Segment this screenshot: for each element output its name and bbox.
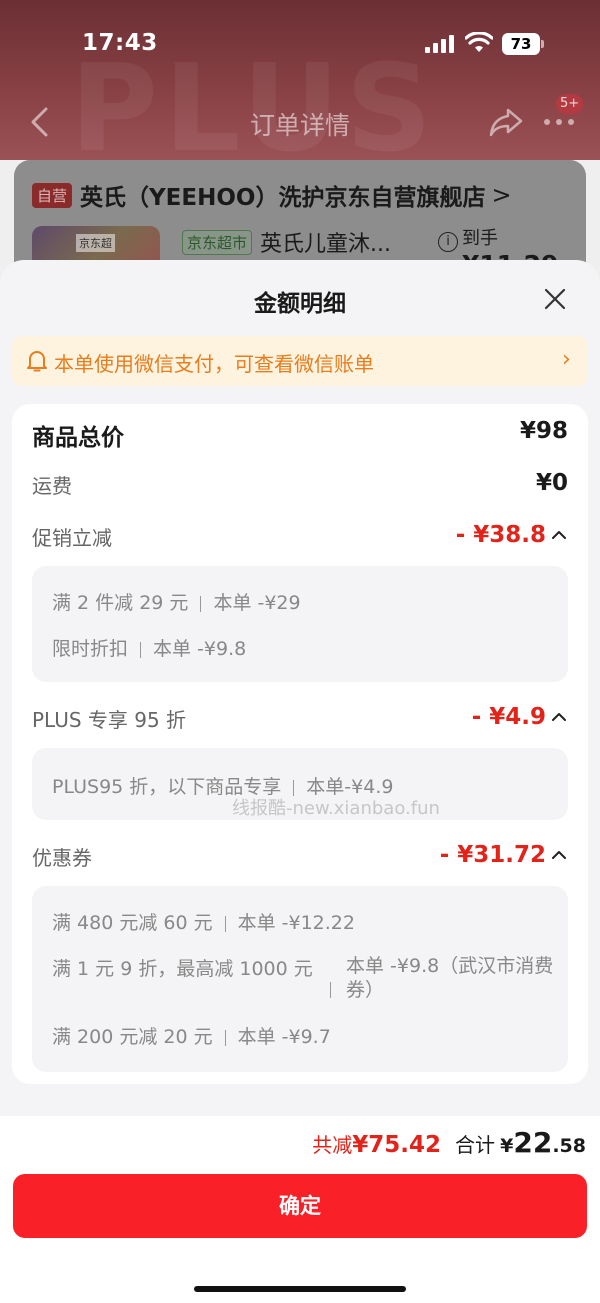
product-name[interactable]: 英氏儿童沐... [260, 226, 391, 258]
store-link[interactable]: 自营 英氏（YEEHOO）洗护京东自营旗舰店 > [32, 180, 512, 211]
price-breakdown-card: 商品总价 ¥98 运费 ¥0 促销立减 - ¥38.8 满 2 件减 29 元本… [12, 404, 588, 1084]
home-indicator [194, 1286, 406, 1292]
promo-item-name: 限时折扣 [52, 638, 129, 660]
watermark-text: 线报酷-new.xianbao.fun [232, 798, 440, 819]
wifi-icon [465, 32, 493, 52]
chevron-right-icon: › [562, 347, 571, 372]
coupon-item-amount: 本单 -¥9.7 [237, 1026, 331, 1048]
final-price-label: 到手 [462, 228, 498, 249]
info-icon[interactable]: i [438, 232, 458, 252]
bell-icon [27, 351, 47, 372]
status-time: 17:43 [82, 30, 158, 56]
self-operated-tag: 自营 [32, 182, 73, 208]
caret-up-icon[interactable] [552, 530, 566, 540]
promo-row[interactable]: 促销立减 - ¥38.8 [32, 522, 568, 558]
coupon-item: 满 480 元减 60 元 本单 -¥12.22 [52, 908, 355, 935]
total-integer: 22 [513, 1126, 553, 1159]
goods-total-value: ¥98 [519, 418, 568, 444]
sheet-footer: 共减¥75.42 合计 ¥22.58 确定 [0, 1116, 600, 1303]
totals-summary: 共减¥75.42 合计 ¥22.58 [312, 1126, 586, 1162]
caret-up-icon[interactable] [552, 712, 566, 722]
close-icon[interactable] [542, 286, 568, 312]
battery-level: 73 [502, 33, 540, 55]
shipping-label: 运费 [32, 474, 72, 498]
promo-item-name: 满 2 件减 29 元 [52, 592, 189, 614]
coupon-item-name: 满 1 元 9 折，最高减 1000 元 [52, 958, 313, 980]
goods-total-label: 商品总价 [32, 425, 124, 451]
coupon-item-name: 满 200 元减 20 元 [52, 1026, 213, 1048]
nav-bar: 订单详情 5+ [0, 92, 600, 152]
shipping-row: 运费 ¥0 [32, 470, 568, 506]
promo-item-amount: 本单 -¥29 [213, 592, 301, 614]
total-label: 合计 [455, 1133, 496, 1157]
coupon-item-amount: 本单 -¥9.8（武汉市消费券） [346, 955, 554, 1001]
chevron-right-icon: > [491, 181, 512, 209]
share-icon[interactable] [488, 106, 524, 138]
promo-item: 满 2 件减 29 元 本单 -¥29 [52, 588, 301, 615]
coupon-item-name: 满 480 元减 60 元 [52, 912, 213, 934]
discount-amount: ¥75.42 [352, 1132, 442, 1158]
coupon-detail-box: 满 480 元减 60 元 本单 -¥12.22 满 1 元 9 折，最高减 10… [32, 886, 568, 1072]
goods-total-row: 商品总价 ¥98 [32, 418, 568, 454]
notification-badge: 5+ [556, 94, 584, 114]
jd-supermarket-tag: 京东超市 [182, 230, 253, 255]
caret-up-icon[interactable] [552, 850, 566, 860]
promo-detail-box: 满 2 件减 29 元 本单 -¥29 限时折扣 本单 -¥9.8 [32, 566, 568, 682]
plus-discount-label: PLUS 专享 95 折 [32, 708, 187, 732]
sheet-title: 金额明细 [254, 291, 346, 317]
status-bar: 17:43 73 [0, 0, 600, 90]
discount-label: 共减 [312, 1133, 353, 1157]
coupon-value: - ¥31.72 [439, 842, 546, 868]
wechat-bill-banner[interactable]: 本单使用微信支付，可查看微信账单 › [12, 336, 588, 386]
more-options-icon[interactable] [543, 118, 575, 126]
promo-item: 限时折扣 本单 -¥9.8 [52, 634, 246, 661]
cellular-signal-icon [425, 35, 457, 53]
total-currency: ¥ [500, 1135, 514, 1157]
store-name: 英氏（YEEHOO）洗护京东自营旗舰店 [80, 185, 486, 211]
promo-item-amount: 本单 -¥9.8 [153, 638, 247, 660]
total-decimal: .58 [552, 1135, 586, 1157]
plus-discount-row[interactable]: PLUS 专享 95 折 - ¥4.9 [32, 704, 568, 740]
plus-discount-value: - ¥4.9 [471, 704, 546, 730]
coupon-item: 满 200 元减 20 元 本单 -¥9.7 [52, 1022, 331, 1049]
coupon-item: 满 1 元 9 折，最高减 1000 元 [52, 954, 313, 981]
confirm-button[interactable]: 确定 [13, 1174, 587, 1238]
banner-text: 本单使用微信支付，可查看微信账单 [54, 352, 374, 376]
shipping-value: ¥0 [535, 470, 568, 496]
promo-value: - ¥38.8 [455, 522, 546, 548]
promo-label: 促销立减 [32, 526, 112, 550]
coupon-item-amount: 本单 -¥12.22 [237, 912, 355, 934]
coupon-row[interactable]: 优惠券 - ¥31.72 [32, 842, 568, 878]
battery-icon: 73 [502, 33, 544, 55]
product-image-logo: 京东超 [76, 234, 115, 252]
coupon-label: 优惠券 [32, 846, 92, 870]
